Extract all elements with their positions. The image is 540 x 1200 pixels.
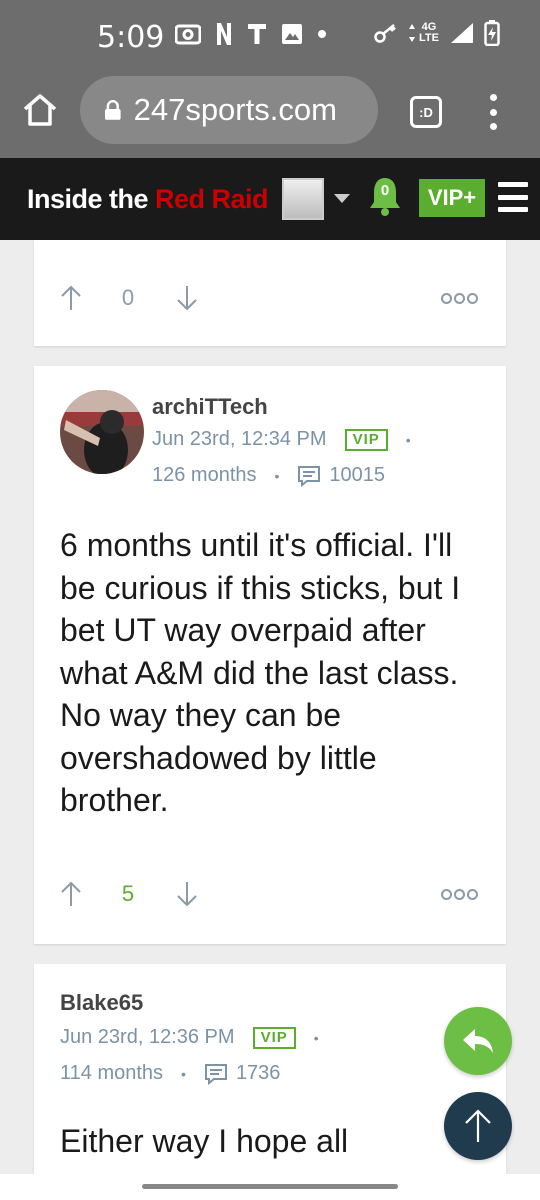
signal-icon — [451, 23, 473, 43]
reply-button[interactable] — [444, 1007, 512, 1075]
member-tenure: 126 months — [152, 464, 257, 486]
site-header: Inside the Red Raide 0 VIP+ — [0, 158, 540, 240]
home-icon[interactable] — [22, 92, 58, 128]
address-bar[interactable]: 247sports.com — [80, 76, 378, 144]
vote-count: 5 — [121, 881, 135, 906]
hamburger-menu-icon[interactable] — [498, 182, 528, 212]
author-stats: 126 months • 10015 — [152, 464, 385, 487]
vip-button[interactable]: VIP+ — [419, 179, 485, 217]
url-text: 247sports.com — [133, 92, 337, 127]
network-arrows-icon: 4G LTE — [408, 22, 440, 44]
tab-switcher-button[interactable]: :D — [410, 96, 442, 128]
post-card: Blake65 Jun 23rd, 12:36 PM VIP • 114 mon… — [34, 964, 506, 1194]
lock-icon — [104, 100, 121, 120]
arrow-up-icon[interactable] — [60, 880, 82, 908]
post-date: Jun 23rd, 12:34 PM — [152, 428, 327, 450]
status-time: 5:09 — [97, 20, 165, 55]
dot-icon — [318, 30, 326, 38]
network-type: 4G LTE — [419, 21, 439, 44]
vote-count: 0 — [121, 285, 135, 310]
browser-toolbar: 247sports.com :D — [0, 72, 540, 158]
image-icon — [282, 24, 302, 44]
separator: • — [181, 1065, 186, 1082]
t-icon — [248, 24, 266, 44]
separator: • — [274, 467, 280, 484]
vip-badge: VIP — [252, 1026, 296, 1049]
separator: • — [405, 431, 411, 448]
notification-icons — [175, 22, 327, 46]
post-card: archiTTech Jun 23rd, 12:34 PM VIP • 126 … — [34, 366, 506, 944]
battery-charging-icon — [484, 20, 500, 46]
post-date: Jun 23rd, 12:36 PM — [60, 1026, 235, 1048]
post-count: 10015 — [329, 464, 386, 486]
comment-icon — [204, 1063, 227, 1085]
more-options-icon[interactable] — [441, 888, 478, 900]
reply-icon — [463, 1029, 493, 1053]
post-body: 6 months until it's official. I'll be cu… — [60, 527, 461, 818]
scroll-to-top-button[interactable] — [444, 1092, 512, 1160]
user-avatar[interactable] — [282, 178, 324, 220]
site-logo[interactable]: Inside the Red Raide — [27, 184, 267, 215]
vip-badge: VIP — [344, 428, 388, 451]
post-actions: 0 — [60, 280, 478, 316]
post-body: Either way I hope all — [60, 1123, 349, 1159]
key-icon — [374, 24, 396, 43]
status-bar: 5:09 4G LTE — [0, 0, 540, 72]
more-options-icon[interactable] — [441, 292, 478, 304]
avatar[interactable] — [60, 390, 144, 474]
gesture-handle[interactable] — [142, 1184, 398, 1189]
arrow-up-icon[interactable] — [60, 284, 82, 312]
netflix-icon — [217, 23, 231, 45]
post-actions: 5 — [60, 876, 478, 912]
post-card: 0 — [34, 240, 506, 346]
post-meta: Jun 23rd, 12:34 PM VIP • — [152, 428, 411, 451]
notification-count: 0 — [380, 182, 390, 199]
author-name[interactable]: archiTTech — [152, 394, 268, 420]
system-icons: 4G LTE — [374, 20, 500, 46]
separator: • — [313, 1029, 319, 1046]
member-tenure: 114 months — [60, 1062, 164, 1084]
browser-menu-icon[interactable] — [486, 94, 500, 130]
post-count: 1736 — [235, 1062, 281, 1084]
navigation-bar — [0, 1174, 540, 1200]
arrow-up-icon — [465, 1109, 491, 1142]
author-name[interactable]: Blake65 — [60, 990, 143, 1016]
comment-icon — [298, 465, 321, 487]
post-meta: Jun 23rd, 12:36 PM VIP • — [60, 1026, 319, 1049]
camera-icon — [175, 24, 201, 45]
author-stats: 114 months • 1736 — [60, 1062, 280, 1085]
arrow-down-icon[interactable] — [176, 880, 198, 908]
arrow-down-icon[interactable] — [176, 284, 198, 312]
chevron-down-icon[interactable] — [334, 194, 350, 203]
